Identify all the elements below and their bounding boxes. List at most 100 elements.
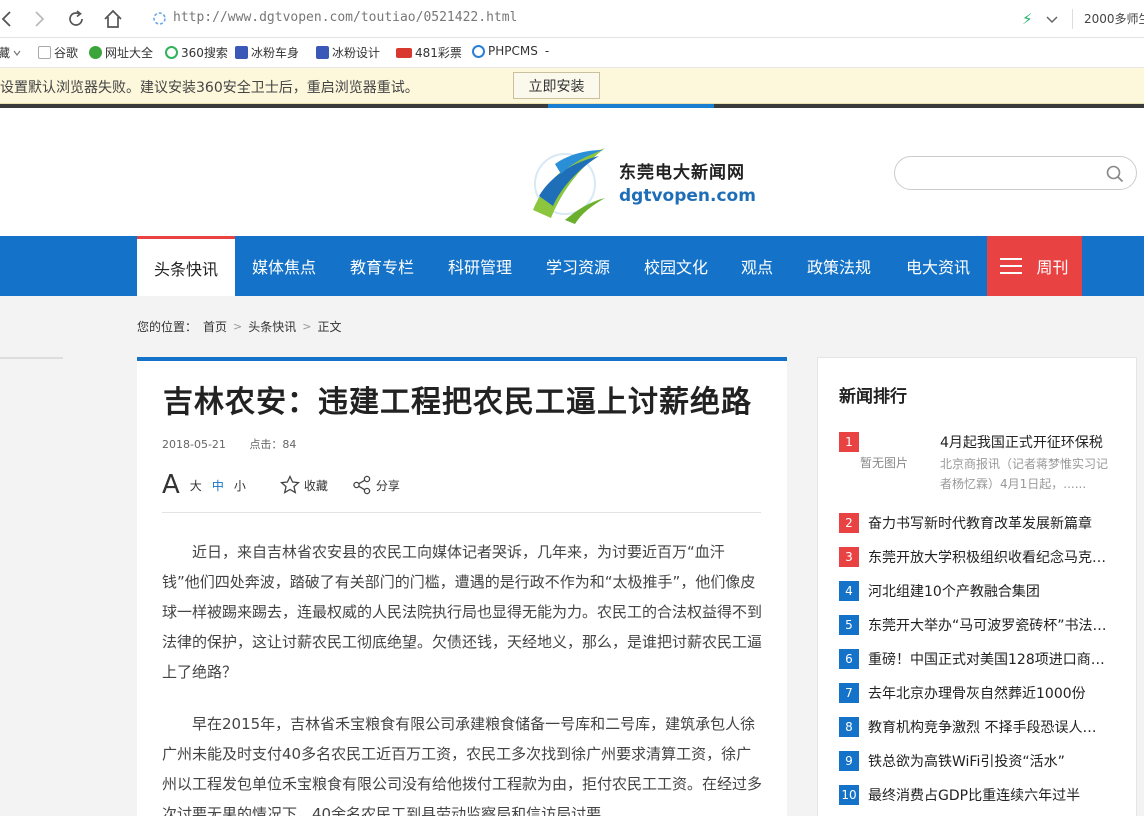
breadcrumb-home[interactable]: 首页 xyxy=(203,318,227,335)
bookmark-label: 谷歌 xyxy=(54,46,79,60)
rank-badge: 9 xyxy=(839,751,859,771)
site-header: 东莞电大新闻网 dgtvopen.com xyxy=(0,108,1144,236)
search-input[interactable] xyxy=(907,163,1097,183)
nav-item-research[interactable]: 科研管理 xyxy=(431,236,529,296)
chevron-down-icon[interactable] xyxy=(1046,10,1058,29)
article-paragraph: 早在2015年，吉林省禾宝粮食有限公司承建粮食储备一号库和二号库，建筑承包人徐广… xyxy=(162,715,763,816)
bookmark-favorites[interactable]: 藏 xyxy=(0,44,21,61)
no-image-placeholder: 暂无图片 xyxy=(860,456,909,470)
menu-icon xyxy=(1000,258,1023,274)
default-browser-notice: 设置默认浏览器失败。建议安装360安全卫士后，重启浏览器重试。 立即安装 xyxy=(0,68,1144,104)
star-icon xyxy=(279,475,300,494)
logo-domain: dgtvopen.com xyxy=(619,186,756,206)
bookmark-481[interactable]: 481彩票 xyxy=(396,44,462,61)
article-paragraph: 近日，来自吉林省农安县的农民工向媒体记者哭诉，几年来，为讨要近百万“血汗钱”他们… xyxy=(162,543,763,681)
refresh-icon[interactable] xyxy=(65,8,87,30)
news-ranking-panel: 新闻排行 1 暂无图片 4月起我国正式开征环保税 北京商报讯（记者蒋梦惟实习记者… xyxy=(817,357,1137,816)
ranking-item-title[interactable]: 教育机构竞争激烈 不择手段恐误人子弟 xyxy=(868,717,1108,737)
breadcrumb-chevron-icon: > xyxy=(233,320,243,333)
ranking-item-title[interactable]: 去年北京办理骨灰自然葬近1000份 xyxy=(868,683,1108,703)
bookmark-phpcms[interactable]: PHPCMS - xyxy=(472,44,549,58)
bookmark-hao[interactable]: 网址大全 xyxy=(89,44,153,61)
article-meta: 2018-05-21 点击：84 xyxy=(162,436,296,452)
share-icon xyxy=(353,475,371,495)
article-date: 2018-05-21 xyxy=(162,438,226,451)
site-logo[interactable]: 东莞电大新闻网 dgtvopen.com xyxy=(525,140,765,226)
article-body: 近日，来自吉林省农安县的农民工向媒体记者哭诉，几年来，为讨要近百万“血汗钱”他们… xyxy=(162,537,762,816)
nav-item-campus[interactable]: 校园文化 xyxy=(627,236,725,296)
bookmark-label: 冰粉设计 xyxy=(332,46,381,60)
ranking-item-title[interactable]: 河北组建10个产教融合集团 xyxy=(868,581,1108,601)
ranking-item-title[interactable]: 铁总欲为高铁WiFi引投资“活水” xyxy=(868,751,1108,771)
bookmark-360search[interactable]: 360搜索 xyxy=(165,44,228,61)
nav-item-media[interactable]: 媒体焦点 xyxy=(235,236,333,296)
bookmark-label: 网址大全 xyxy=(105,46,154,60)
favorite-label: 收藏 xyxy=(303,478,328,493)
hao360-icon xyxy=(89,46,102,59)
article-title: 吉林农安：违建工程把农民工逼上讨薪绝路 xyxy=(163,385,752,420)
top-news-ticker[interactable]: 2000多师生 xyxy=(1084,10,1144,27)
nav-item-toutiao[interactable]: 头条快讯 xyxy=(137,236,235,296)
font-small-button[interactable]: 小 xyxy=(234,477,246,494)
bingfen-icon xyxy=(235,46,248,59)
ranking-item-title[interactable]: 重磅！中国正式对美国128项进口商品加征关税 xyxy=(868,649,1108,669)
ranking-item-title[interactable]: 4月起我国正式开征环保税 xyxy=(940,432,1103,452)
site-search xyxy=(894,156,1137,190)
bookmark-google[interactable]: 谷歌 xyxy=(38,44,78,61)
url-field[interactable]: http://www.dgtvopen.com/toutiao/0521422.… xyxy=(173,10,517,25)
breadcrumb-chevron-icon: > xyxy=(302,320,312,333)
article-clicks: 点击：84 xyxy=(249,438,297,451)
ranking-item-title[interactable]: 东莞开大举办“马可波罗瓷砖杯”书法比赛 xyxy=(868,615,1108,635)
back-icon[interactable] xyxy=(0,8,18,30)
rank-badge: 1 xyxy=(839,432,859,452)
article-tools: A 大 中 小 收藏 分享 xyxy=(162,471,400,499)
nav-item-resources[interactable]: 学习资源 xyxy=(529,236,627,296)
ranking-item-title[interactable]: 最终消费占GDP比重连续六年过半 xyxy=(868,785,1108,805)
nav-item-weekly[interactable]: 周刊 xyxy=(987,236,1082,296)
ranking-item-title[interactable]: 奋力书写新时代教育改革发展新篇章 xyxy=(868,513,1108,533)
logo-swoosh-icon xyxy=(533,148,605,224)
rank-badge: 10 xyxy=(839,785,859,805)
home-icon[interactable] xyxy=(102,8,124,30)
nav-weekly-label: 周刊 xyxy=(1036,258,1069,277)
rank-badge: 2 xyxy=(839,513,859,533)
bookmark-more[interactable]: - xyxy=(545,44,549,58)
search360-icon xyxy=(165,46,178,59)
font-large-button[interactable]: 大 xyxy=(190,477,202,494)
forward-icon[interactable] xyxy=(28,8,50,30)
ranking-item-title[interactable]: 东莞开放大学积极组织收看纪念马克思诞辰200周年大会 xyxy=(868,547,1108,567)
install-button[interactable]: 立即安装 xyxy=(513,72,600,99)
page-icon xyxy=(38,46,51,59)
nav-item-policy[interactable]: 政策法规 xyxy=(789,236,889,296)
speed-mode-icon[interactable]: ⚡ xyxy=(1022,10,1033,28)
nav-item-opinion[interactable]: 观点 xyxy=(725,236,789,296)
nav-item-tvu-news[interactable]: 电大资讯 xyxy=(889,236,987,296)
bookmark-label: 藏 xyxy=(0,46,11,60)
bookmark-label: 481彩票 xyxy=(415,46,462,60)
font-medium-button[interactable]: 中 xyxy=(212,477,224,494)
favorite-button[interactable]: 收藏 xyxy=(279,475,328,495)
bookmark-label: 冰粉车身 xyxy=(251,46,300,60)
bookmark-bingfen-design[interactable]: 冰粉设计 xyxy=(316,44,380,61)
bingfen-icon xyxy=(316,46,329,59)
address-separator xyxy=(1072,9,1073,29)
article-divider xyxy=(162,512,761,513)
rank-badge: 6 xyxy=(839,649,859,669)
share-label: 分享 xyxy=(375,478,400,493)
breadcrumb-label: 您的位置： xyxy=(137,320,198,334)
search-icon[interactable] xyxy=(1106,165,1124,183)
breadcrumb: 您的位置： 首页 > 头条快讯 > 正文 xyxy=(137,318,342,335)
nav-item-education[interactable]: 教育专栏 xyxy=(333,236,431,296)
bookmark-bingfen-body[interactable]: 冰粉车身 xyxy=(235,44,299,61)
logo-chinese-name: 东莞电大新闻网 xyxy=(619,163,745,183)
rank-badge: 3 xyxy=(839,547,859,567)
share-button[interactable]: 分享 xyxy=(352,475,400,495)
lottery-icon xyxy=(396,47,412,58)
main-navigation: 头条快讯 媒体焦点 教育专栏 科研管理 学习资源 校园文化 观点 政策法规 电大… xyxy=(0,236,1144,296)
rank-badge: 7 xyxy=(839,683,859,703)
phpcms-icon xyxy=(472,44,485,58)
bookmarks-bar: 藏 谷歌 网址大全 360搜索 冰粉车身 冰粉设计 481彩票 PHPCMS - xyxy=(0,38,1144,68)
page-loading-icon xyxy=(152,11,167,26)
chevron-down-icon xyxy=(13,50,21,56)
breadcrumb-section[interactable]: 头条快讯 xyxy=(248,318,296,335)
